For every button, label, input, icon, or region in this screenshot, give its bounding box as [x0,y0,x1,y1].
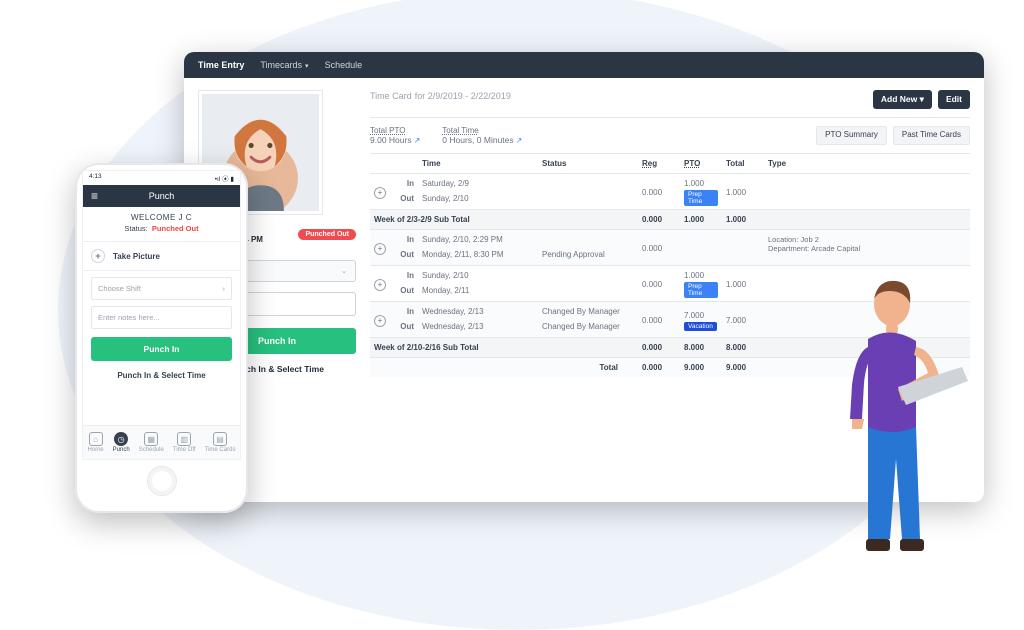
nav-timeoff[interactable]: ▥Time Off [173,432,196,453]
expand-icon[interactable]: + [374,315,386,327]
notes-field[interactable]: Enter notes here... [91,306,232,329]
past-time-cards-button[interactable]: Past Time Cards [893,126,970,145]
nav-timecards[interactable]: ▤Time Cards [205,432,236,453]
nav-schedule[interactable]: Schedule [325,60,363,70]
home-button[interactable] [147,466,177,496]
phone-bottom-nav: ⌂Home ◷Punch ▦Schedule ▥Time Off ▤Time C… [83,425,240,459]
nav-timecards[interactable]: Timecards▾ [260,60,308,70]
phone-punch-in-button[interactable]: Punch In [91,337,232,361]
external-icon[interactable]: ↗ [414,136,421,145]
timecards-icon: ▤ [213,432,227,446]
phone-device: 4:13 •ıl ⦿ ▮ ≡ Punch WELCOME J C Status:… [75,163,248,513]
pto-summary-button[interactable]: PTO Summary [816,126,887,145]
phone-status: Status: Punched Out [83,224,240,233]
nav-time-entry[interactable]: Time Entry [198,60,244,70]
timecard-title: Time Card for 2/9/2019 - 2/22/2019 [370,90,511,102]
phone-app-header: ≡ Punch [83,185,240,207]
total-pto-label: Total PTO [370,126,420,135]
plus-icon: + [91,249,105,263]
edit-button[interactable]: Edit [938,90,970,109]
top-nav: Time Entry Timecards▾ Schedule [184,52,984,78]
chevron-down-icon: ▾ [305,62,309,70]
nav-home[interactable]: ⌂Home [88,432,104,453]
table-row: + In Sunday, 2/10, 2:29 PM 0.000 Locatio… [370,230,970,248]
clock-icon: ◷ [114,432,128,446]
expand-icon[interactable]: + [374,279,386,291]
person-illustration [832,269,1002,569]
chevron-down-icon: ▾ [920,94,924,104]
timeoff-icon: ▥ [177,432,191,446]
home-icon: ⌂ [89,432,103,446]
calendar-icon: ▦ [144,432,158,446]
hamburger-icon[interactable]: ≡ [91,189,98,203]
subtotal-row: Week of 2/3-2/9 Sub Total 0.0001.0001.00… [370,210,970,230]
choose-shift-field[interactable]: Choose Shift › [91,277,232,300]
chevron-down-icon: ⌄ [341,267,347,275]
chevron-right-icon: › [223,284,226,293]
nav-schedule[interactable]: ▦Schedule [139,432,164,453]
table-row: + In Saturday, 2/9 0.000 1.000Prep Time … [370,174,970,192]
phone-status-bar: 4:13 •ıl ⦿ ▮ [83,171,240,185]
total-time-label: Total Time [442,126,522,135]
phone-screen: 4:13 •ıl ⦿ ▮ ≡ Punch WELCOME J C Status:… [82,170,241,460]
expand-icon[interactable]: + [374,243,386,255]
nav-punch[interactable]: ◷Punch [113,432,130,453]
expand-icon[interactable]: + [374,187,386,199]
phone-punch-select-link[interactable]: Punch In & Select Time [83,361,240,390]
external-icon[interactable]: ↗ [516,136,523,145]
status-badge: Punched Out [298,229,356,240]
welcome-text: WELCOME J C [83,207,240,224]
add-new-button[interactable]: Add New ▾ [873,90,932,109]
phone-header-title: Punch [83,191,240,201]
take-picture-row[interactable]: + Take Picture [83,241,240,271]
